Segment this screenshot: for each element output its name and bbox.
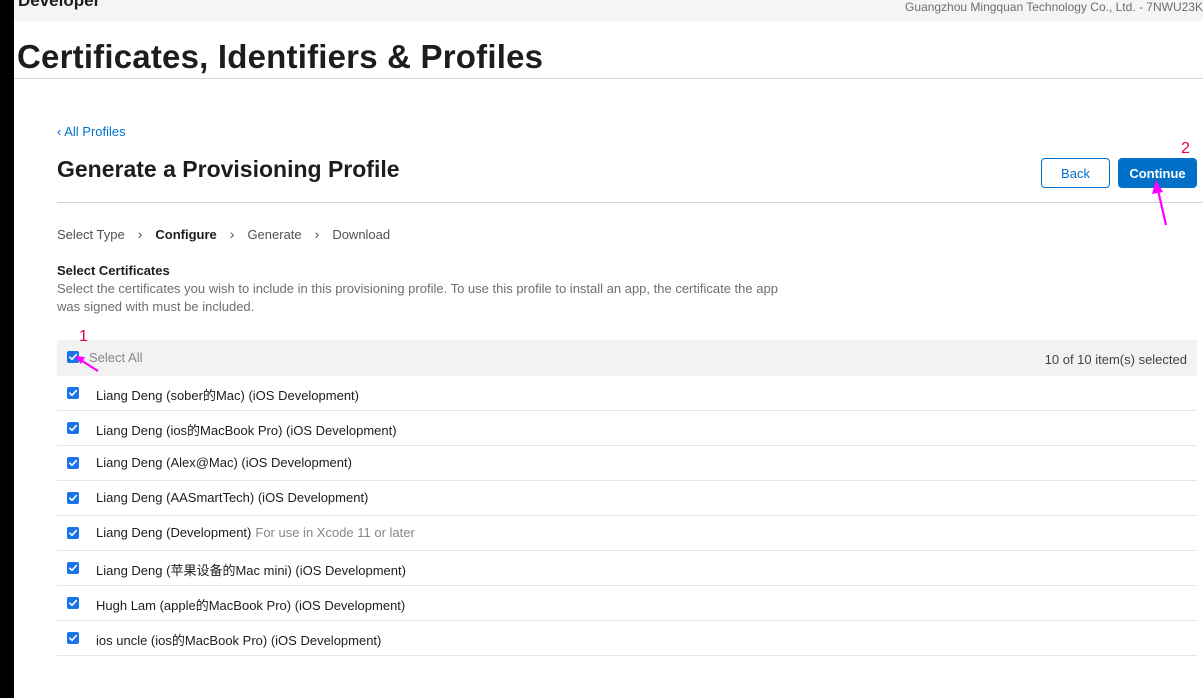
step-configure: Configure [155, 226, 217, 242]
certificate-checkbox[interactable] [67, 457, 79, 469]
list-item[interactable]: Liang Deng (sober的Mac) (iOS Development) [57, 376, 1197, 411]
checkmark-icon [69, 424, 78, 432]
list-item[interactable]: Liang Deng (Alex@Mac) (iOS Development) [57, 446, 1197, 481]
checkmark-icon [69, 494, 78, 502]
certificate-name: Liang Deng (AASmartTech) (iOS Developmen… [96, 490, 369, 505]
back-button[interactable]: Back [1041, 158, 1110, 188]
certificate-checkbox[interactable] [67, 527, 79, 539]
list-item[interactable]: Liang Deng (苹果设备的Mac mini) (iOS Developm… [57, 551, 1197, 586]
checkmark-icon [69, 599, 78, 607]
left-edge-bar [0, 0, 14, 698]
annotation-number-1: 1 [79, 328, 88, 345]
certificates-description: Select the certificates you wish to incl… [57, 281, 778, 314]
select-all-row: Select All 10 of 10 item(s) selected [57, 340, 1197, 376]
certificate-checkbox[interactable] [67, 422, 79, 434]
annotation-arrow-icon [75, 356, 99, 372]
certificate-checkbox[interactable] [67, 597, 79, 609]
checkmark-icon [69, 529, 78, 537]
annotation-arrow-icon [1152, 180, 1168, 226]
global-header: Developer Guangzhou Mingquan Technology … [14, 0, 1203, 21]
certificate-note: For use in Xcode 11 or later [255, 525, 415, 540]
page-title: Certificates, Identifiers & Profiles [17, 38, 544, 75]
list-item[interactable]: Liang Deng (ios的MacBook Pro) (iOS Develo… [57, 411, 1197, 446]
certificate-name: ios uncle (ios的MacBook Pro) (iOS Develop… [96, 633, 382, 648]
team-name[interactable]: Guangzhou Mingquan Technology Co., Ltd. … [905, 0, 1203, 14]
list-item[interactable]: Liang Deng (Development) For use in Xcode… [57, 516, 1197, 551]
chevron-right-icon: › [137, 226, 143, 242]
section-title: Generate a Provisioning Profile [57, 156, 400, 182]
checkmark-icon [69, 459, 78, 467]
certificate-name: Liang Deng (sober的Mac) (iOS Development) [96, 388, 359, 403]
list-item[interactable]: Liang Deng (AASmartTech) (iOS Developmen… [57, 481, 1197, 516]
step-select-type: Select Type [57, 226, 125, 242]
certificate-checkbox[interactable] [67, 562, 79, 574]
certificate-list: Liang Deng (sober的Mac) (iOS Development)… [57, 376, 1197, 656]
list-item[interactable]: Hugh Lam (apple的MacBook Pro) (iOS Develo… [57, 586, 1197, 621]
step-download: Download [332, 226, 391, 242]
step-breadcrumb: Select Type › Configure › Generate › Dow… [57, 226, 390, 242]
checkmark-icon [69, 564, 78, 572]
title-divider [14, 78, 1203, 79]
chevron-right-icon: › [229, 226, 235, 242]
certificate-name: Liang Deng (ios的MacBook Pro) (iOS Develo… [96, 423, 397, 438]
certificate-name: Hugh Lam (apple的MacBook Pro) (iOS Develo… [96, 598, 406, 613]
certificate-name: Liang Deng (Development) For use in Xcode… [96, 525, 415, 540]
certificate-name: Liang Deng (Alex@Mac) (iOS Development) [96, 455, 352, 470]
certificate-checkbox[interactable] [67, 387, 79, 399]
certificate-title: Liang Deng (Development) [96, 525, 252, 540]
certificate-name: Liang Deng (苹果设备的Mac mini) (iOS Developm… [96, 563, 406, 578]
developer-logo[interactable]: Developer [18, 0, 100, 11]
annotation-number-2: 2 [1181, 140, 1190, 157]
checkmark-icon [69, 389, 78, 397]
list-item[interactable]: ios uncle (ios的MacBook Pro) (iOS Develop… [57, 621, 1197, 656]
header-divider [57, 202, 1203, 203]
certificate-checkbox[interactable] [67, 492, 79, 504]
step-generate: Generate [247, 226, 302, 242]
chevron-right-icon: › [314, 226, 320, 242]
all-profiles-link[interactable]: ‹ All Profiles [57, 124, 126, 139]
selected-count: 10 of 10 item(s) selected [1044, 352, 1187, 367]
certificate-checkbox[interactable] [67, 632, 79, 644]
certificates-heading: Select Certificates [57, 263, 170, 278]
checkmark-icon [69, 634, 78, 642]
